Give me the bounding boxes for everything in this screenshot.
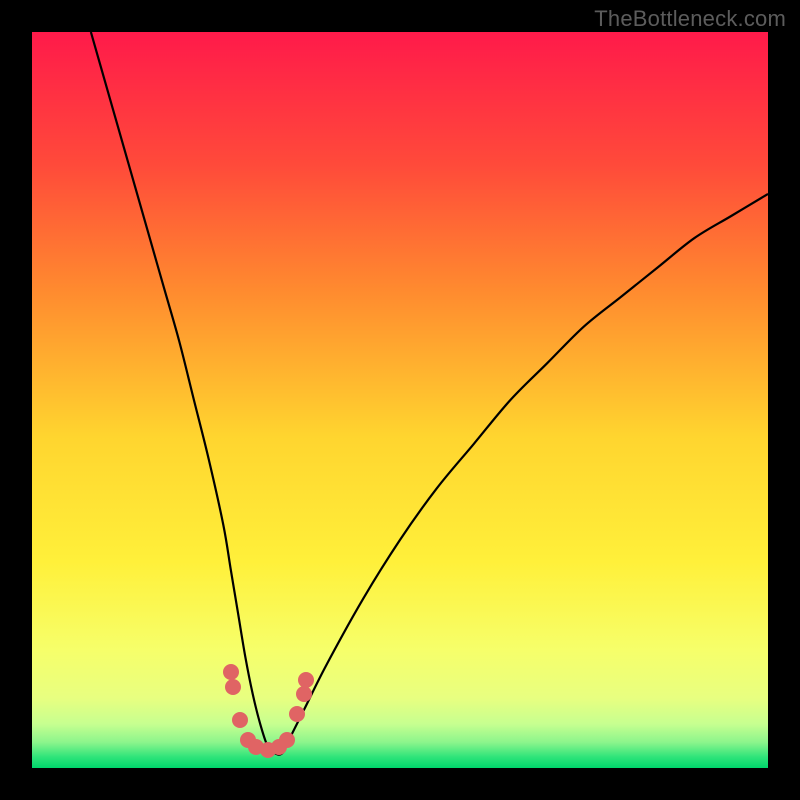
background-gradient: [32, 32, 768, 768]
chart-frame: TheBottleneck.com: [0, 0, 800, 800]
plot-area: [32, 32, 768, 768]
watermark-text: TheBottleneck.com: [594, 6, 786, 32]
